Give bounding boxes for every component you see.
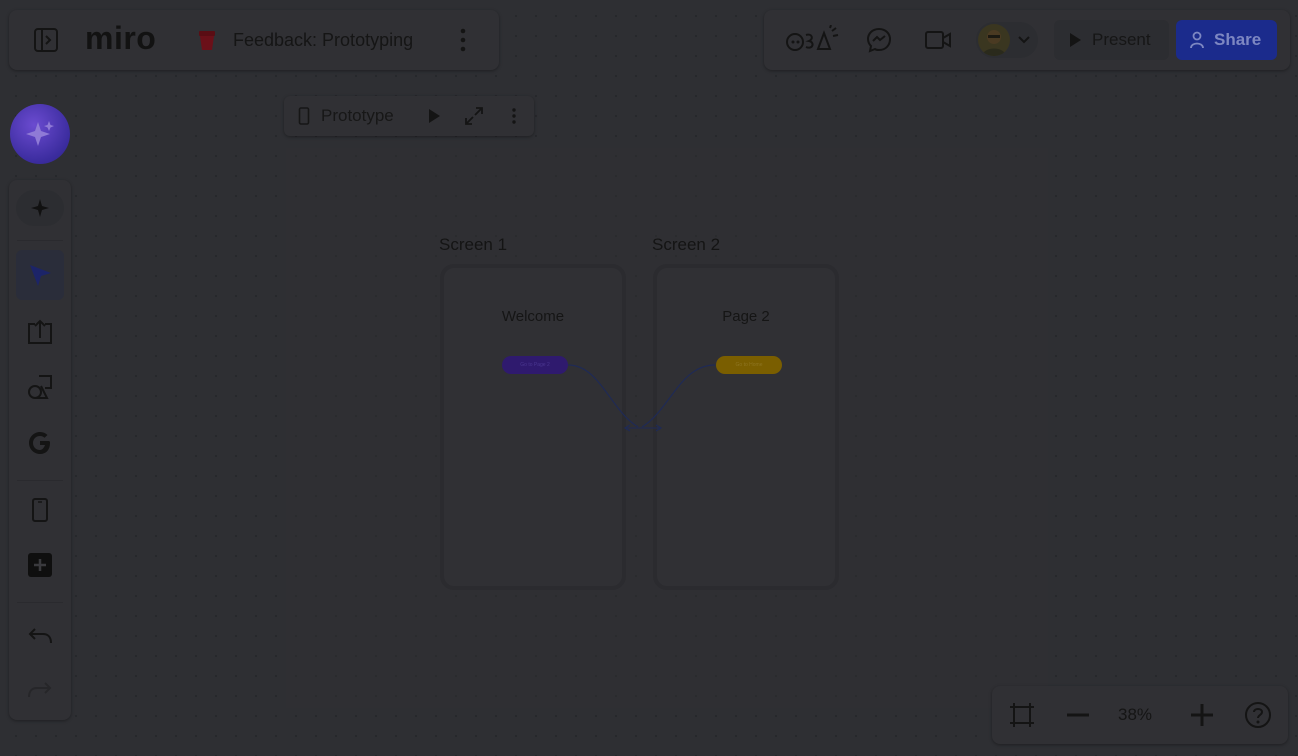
sparkle-plus-icon [31,199,49,217]
present-label: Present [1092,30,1151,49]
help-icon[interactable] [1242,699,1274,731]
red-bucket-icon[interactable] [195,28,219,52]
cursor-icon [30,265,51,286]
go-to-page-2-button[interactable]: Go to Page 2 [502,356,568,374]
more-apps-button[interactable] [16,541,64,589]
present-button[interactable]: Present [1054,20,1169,60]
reactions-icon[interactable] [782,22,842,58]
screen-2-heading: Page 2 [722,308,770,325]
zoom-in-icon[interactable] [1186,699,1218,731]
collaboration-toolbar: Present Share [764,10,1290,70]
zoom-controls: 38% [992,686,1288,744]
user-menu[interactable] [976,22,1038,58]
select-tool-button[interactable] [16,250,64,300]
zoom-level[interactable]: 38% [1118,705,1152,725]
prototype-toolbar: Prototype [284,96,534,136]
upload-icon [28,319,52,344]
redo-icon[interactable] [16,668,64,712]
miro-logo[interactable]: miro [85,20,156,57]
sparkle-icon [26,121,54,146]
video-icon[interactable] [922,24,954,56]
left-toolbar [9,180,71,720]
google-icon[interactable] [16,419,64,467]
zoom-out-icon[interactable] [1062,699,1094,731]
screen-1-title[interactable]: Screen 1 [439,235,507,255]
share-label: Share [1214,30,1262,49]
kebab-menu-icon[interactable] [502,104,526,128]
phone-icon [294,106,314,126]
sidebar-toggle-icon[interactable] [29,24,63,56]
chat-icon[interactable] [864,24,894,56]
kebab-menu-icon[interactable] [449,24,477,56]
screen-1-heading: Welcome [501,308,565,325]
avatar[interactable] [978,24,1010,56]
board-header: miro Feedback: Prototyping [9,10,499,70]
undo-icon[interactable] [16,614,64,658]
plus-square-icon [28,553,52,577]
fit-to-screen-icon[interactable] [1006,699,1038,731]
phone-icon [32,498,48,522]
shapes-icon [28,375,52,399]
user-icon [1190,31,1204,49]
expand-icon[interactable] [462,104,486,128]
add-tool-button[interactable] [16,190,64,226]
share-button[interactable]: Share [1176,20,1277,60]
chevron-down-icon [1018,34,1030,44]
prototype-connectors[interactable] [560,355,790,440]
play-icon [1068,32,1082,48]
ai-assist-button[interactable] [10,104,70,164]
play-prototype-icon[interactable] [422,104,446,128]
board-title[interactable]: Feedback: Prototyping [233,30,413,51]
shapes-tool-button[interactable] [16,363,64,411]
screen-2-title[interactable]: Screen 2 [652,235,720,255]
upload-tool-button[interactable] [16,308,64,356]
prototype-tool-button[interactable] [16,486,64,534]
prototype-label[interactable]: Prototype [321,106,394,126]
